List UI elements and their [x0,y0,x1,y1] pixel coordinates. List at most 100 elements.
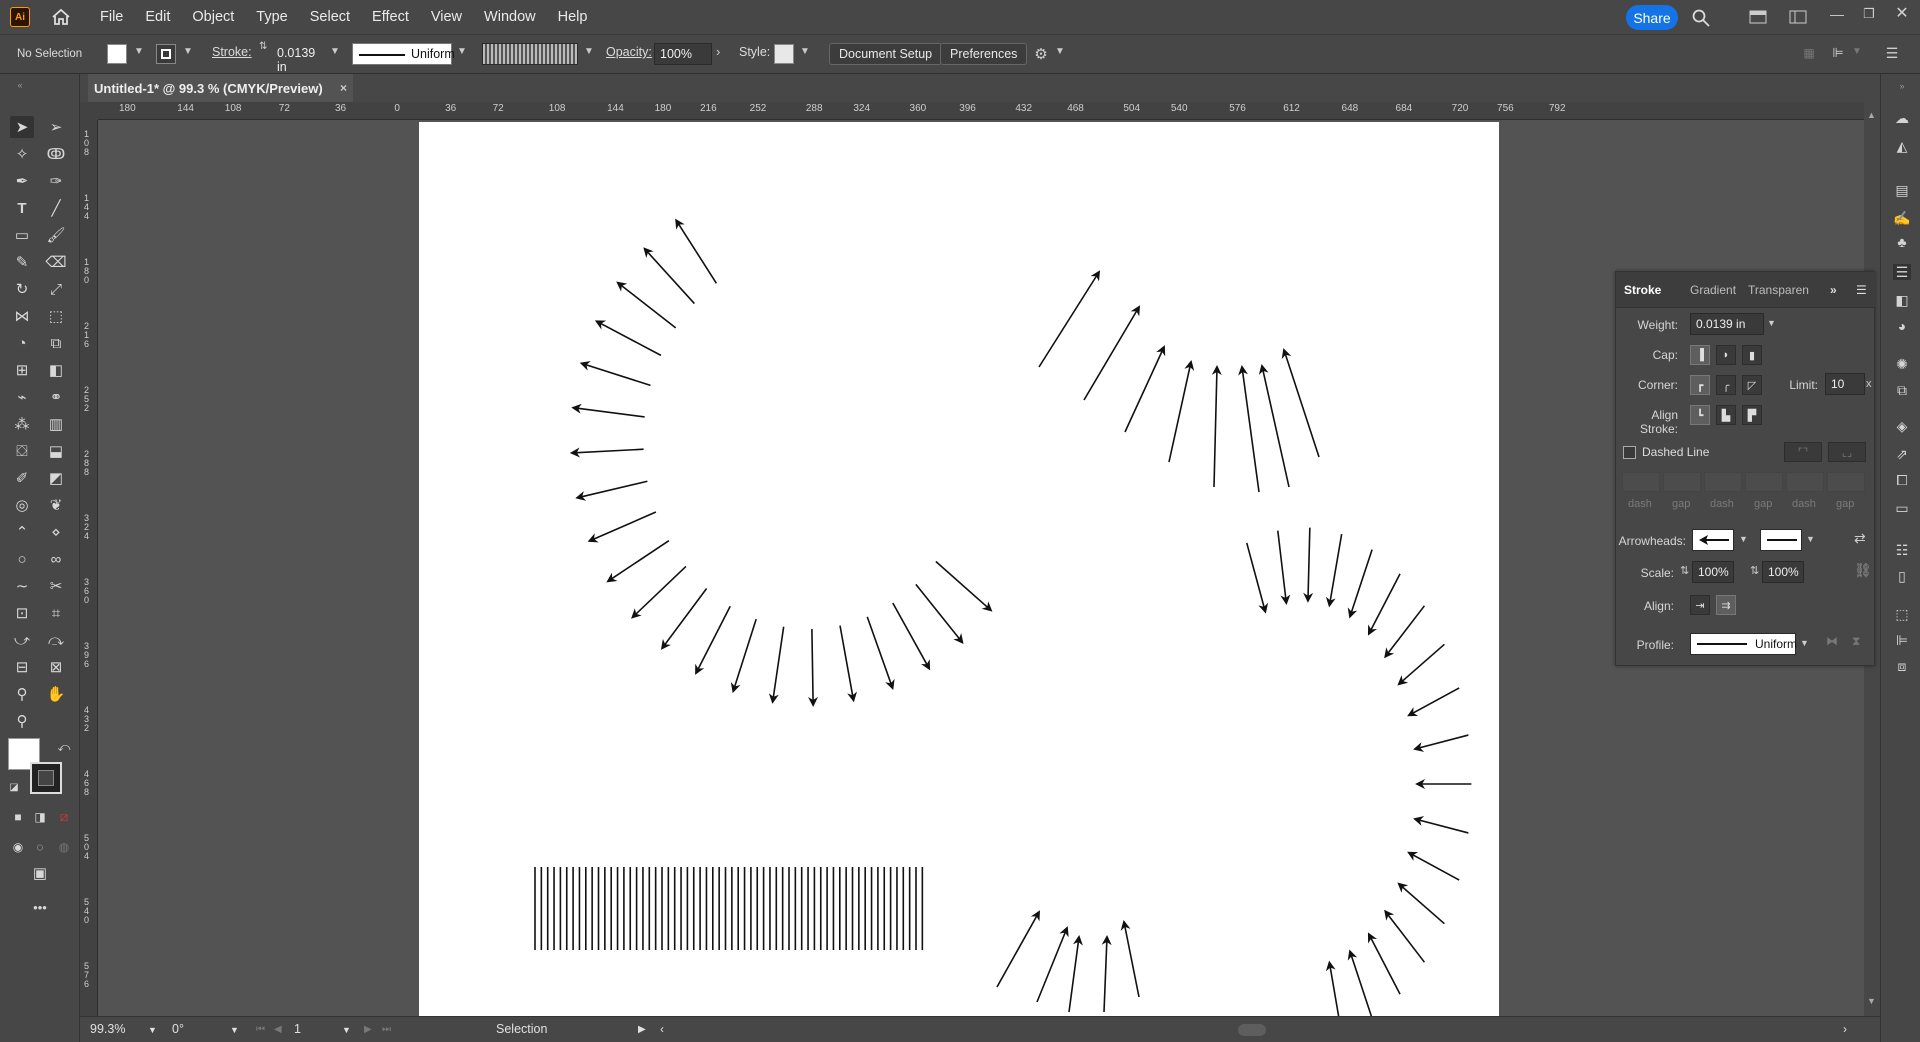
color-mode-icon[interactable]: ■ [6,806,30,828]
scale-end-stepper-icon[interactable]: ⇅ [1750,564,1759,577]
restore-icon[interactable]: ❐ [1860,5,1878,23]
extend-arrow-tip-icon[interactable]: ⇥ [1690,595,1710,615]
pathfinder-icon[interactable]: ⧈ [1893,658,1911,674]
ellipse-tool-icon[interactable]: ○ [10,548,34,570]
end-arrowhead-select[interactable] [1760,529,1802,551]
gradient-tool-icon[interactable]: ◧ [44,359,68,381]
hand-tool-icon[interactable]: ✋ [44,683,68,705]
line-tool-icon[interactable]: ╱ [44,197,68,219]
symbol-sprayer-tool-icon[interactable]: ⁂ [10,413,34,435]
start-arrowhead-select[interactable] [1692,529,1734,551]
none-mode-icon[interactable]: ⧄ [52,806,76,828]
fill-dropdown-icon[interactable]: ▼ [134,46,144,57]
paintbrush-tool-icon[interactable]: 🖌 [44,224,68,246]
live-paint-bucket-tool-icon[interactable]: ⛋ [10,440,34,462]
draw-inside-icon[interactable]: ◍ [52,836,76,858]
gradient-panel-icon[interactable]: ◧ [1893,292,1911,308]
artboard-number[interactable]: 1 [294,1022,301,1036]
menu-help[interactable]: Help [558,9,588,25]
twirl-tool-icon[interactable]: ◎ [10,494,34,516]
stroke-stepper-icon[interactable]: ⇅ [259,41,267,52]
zoom-tool-icon[interactable]: ⚲ [10,710,34,732]
knife-tool-icon[interactable]: ⚲ [10,683,34,705]
weight-dropdown-icon[interactable]: ▼ [1767,318,1776,328]
workspace-switcher-icon[interactable] [1788,8,1808,26]
properties-sliders-icon[interactable]: ☷ [1893,542,1911,558]
preferences-button[interactable]: Preferences [940,43,1028,65]
comments-icon[interactable]: ▭ [1893,500,1911,516]
curvature-tool-icon[interactable]: ✑ [44,170,68,192]
align-dashes-icon[interactable]: ⌞⌟ [1828,442,1866,462]
scroll-down-icon[interactable]: ▼ [1867,996,1876,1006]
scroll-right-icon[interactable]: › [1843,1022,1847,1036]
blend-tool-icon[interactable]: ⚭ [44,386,68,408]
panel-menu-icon[interactable]: ☰ [1882,44,1902,62]
transparency-panel-icon[interactable]: ◕ [1893,318,1911,334]
scale-start-input[interactable]: 100% [1692,561,1734,583]
stroke-panel-icon[interactable]: ☰ [1893,264,1911,280]
share-button[interactable]: Share [1626,5,1678,30]
prev-artboard-icon[interactable]: ◀ [274,1024,282,1035]
anchor-point-tool-icon[interactable]: ⌃ [10,521,34,543]
menu-window[interactable]: Window [484,9,536,25]
close-tab-icon[interactable]: × [340,81,347,95]
menu-type[interactable]: Type [256,9,287,25]
crop-tool-icon[interactable]: ⌗ [44,602,68,624]
measure-tool-icon[interactable]: ⊟ [10,656,34,678]
stroke-weight-dropdown-icon[interactable]: ▼ [330,46,340,57]
rotation-value[interactable]: 0° [172,1022,184,1036]
color-guide-icon[interactable]: ☁ [1893,110,1911,126]
search-icon[interactable] [1690,7,1712,29]
pucker-tool-icon[interactable]: ❦ [44,494,68,516]
appearance-icon[interactable]: ✺ [1893,356,1911,372]
free-transform-tool-icon[interactable]: ⬚ [44,305,68,327]
opacity-arrow-icon[interactable]: › [716,44,720,59]
symbols-icon[interactable]: ♣ [1893,234,1911,250]
stroke-swatch[interactable] [156,44,176,64]
direct-selection-tool-icon[interactable]: ➢ [44,116,68,138]
end-arrowhead-dropdown-icon[interactable]: ▼ [1806,534,1815,544]
menu-view[interactable]: View [431,9,462,25]
slice-tool-icon[interactable]: ◩ [44,467,68,489]
butt-cap-icon[interactable]: ▐ [1690,345,1710,365]
artboard-dropdown-icon[interactable]: ▼ [342,1025,351,1035]
edit-toolbar-icon[interactable]: ••• [28,896,52,918]
artboards-icon[interactable]: ⧠ [1893,472,1911,488]
align-icon[interactable]: ⊫ [1828,44,1848,62]
print-tiling-tool-icon[interactable]: ⊠ [44,656,68,678]
projecting-cap-icon[interactable]: ▮ [1742,345,1762,365]
selection-tool-icon[interactable]: ➤ [10,116,34,138]
flip-along-icon[interactable]: ⧓ [1826,634,1838,648]
round-cap-icon[interactable]: ◗ [1716,345,1736,365]
panel-options-icon[interactable]: ☰ [1856,283,1867,297]
graphic-style-swatch[interactable] [774,44,794,64]
stroke-label[interactable]: Stroke: [212,45,252,59]
mesh-tool-icon[interactable]: ⊞ [10,359,34,381]
next-artboard-icon[interactable]: ▶ [364,1024,372,1035]
live-paint-selection-tool-icon[interactable]: ⬓ [44,440,68,462]
home-icon[interactable] [48,4,74,30]
link-scale-icon[interactable]: ⛓ [1854,562,1872,579]
collapse-toolbar-icon[interactable]: « [8,74,32,96]
add-anchor-tool-icon[interactable]: ⋄ [44,521,68,543]
status-menu-icon[interactable]: ▶ [638,1024,646,1035]
expand-dock-icon[interactable]: » [1893,78,1911,94]
flip-across-icon[interactable]: ⧗ [1852,634,1860,649]
transform-panel-icon[interactable]: ⬚ [1893,606,1911,622]
magic-wand-tool-icon[interactable]: ✧ [10,143,34,165]
align-outside-icon[interactable]: ▛ [1742,405,1762,425]
swap-fill-stroke-icon[interactable]: ⤺ [52,736,76,758]
shaper-tool-icon[interactable]: ✎ [10,251,34,273]
stroke-dropdown-icon[interactable]: ▼ [183,46,193,57]
tab-transparency[interactable]: Transparen [1748,283,1809,297]
join-tool-icon[interactable]: ⤻ [10,629,34,651]
scale-start-stepper-icon[interactable]: ⇅ [1680,564,1689,577]
profile-dropdown-icon[interactable]: ▼ [457,46,467,57]
stroke-color-box[interactable] [30,762,62,794]
document-setup-button[interactable]: Document Setup [829,43,943,65]
properties-icon[interactable]: ◭ [1893,138,1911,154]
lasso-tool-icon[interactable]: ↂ [44,143,68,165]
place-arrow-tip-icon[interactable]: ⇉ [1716,595,1736,615]
swap-arrowheads-icon[interactable]: ⇄ [1854,530,1866,547]
rotate-tool-icon[interactable]: ↻ [10,278,34,300]
